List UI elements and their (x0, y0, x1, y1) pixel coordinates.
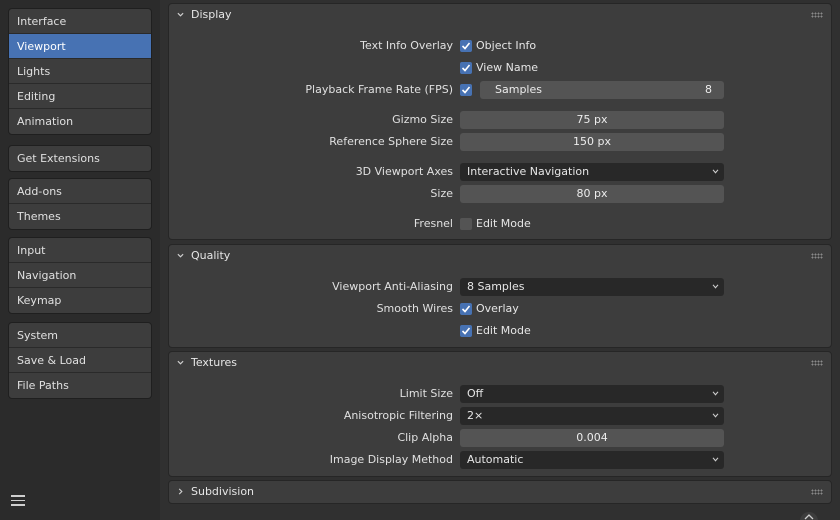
axes-size-field[interactable]: 80 px (460, 185, 724, 203)
nav-group-extensions: Get Extensions (8, 145, 152, 172)
subdivision-panel-header[interactable]: Subdivision (169, 481, 831, 505)
drag-grip-icon[interactable] (811, 360, 823, 366)
reference-sphere-field[interactable]: 150 px (460, 133, 724, 151)
fresnel-edit-mode-checkbox[interactable] (460, 218, 472, 230)
smooth-wires-overlay-label: Overlay (476, 302, 519, 315)
nav-group-input: Input Navigation Keymap (8, 237, 152, 314)
playback-fps-label: Playback Frame Rate (FPS) (305, 83, 453, 96)
chevron-down-icon (177, 12, 184, 17)
smooth-wires-edit-mode-label: Edit Mode (476, 324, 531, 337)
object-info-checkbox[interactable] (460, 40, 472, 52)
chevron-up-icon (804, 514, 814, 520)
chevron-down-icon (177, 253, 184, 258)
limit-size-dropdown[interactable]: Off (460, 385, 724, 403)
fresnel-edit-mode-label: Edit Mode (476, 217, 531, 230)
nav-group-general: Interface Viewport Lights Editing Animat… (8, 8, 152, 135)
display-panel: Display Text Info Overlay Object Info Vi… (168, 3, 832, 240)
anisotropic-value: 2× (467, 409, 484, 422)
limit-size-value: Off (467, 387, 484, 400)
sidebar-item-editing[interactable]: Editing (9, 84, 151, 109)
smooth-wires-label: Smooth Wires (376, 302, 453, 315)
chevron-down-icon (712, 284, 719, 289)
reference-sphere-label: Reference Sphere Size (329, 135, 453, 148)
sidebar-item-themes[interactable]: Themes (9, 204, 151, 229)
nav-group-addons: Add-ons Themes (8, 178, 152, 230)
subdivision-panel: Subdivision (168, 480, 832, 504)
viewport-axes-dropdown[interactable]: Interactive Navigation (460, 163, 724, 181)
panel-title: Textures (191, 356, 237, 369)
chevron-down-icon (712, 413, 719, 418)
image-display-label: Image Display Method (329, 453, 453, 466)
sidebar-item-add-ons[interactable]: Add-ons (9, 179, 151, 204)
sidebar-item-navigation[interactable]: Navigation (9, 263, 151, 288)
chevron-right-icon (178, 488, 183, 495)
panel-title: Quality (191, 249, 231, 262)
fresnel-label: Fresnel (413, 217, 453, 230)
text-info-overlay-label: Text Info Overlay (360, 39, 453, 52)
samples-label: Samples (495, 83, 542, 96)
view-name-label: View Name (476, 61, 539, 74)
sidebar-item-system[interactable]: System (9, 323, 151, 348)
panel-title: Display (191, 8, 232, 21)
image-display-dropdown[interactable]: Automatic (460, 451, 724, 469)
sidebar-item-keymap[interactable]: Keymap (9, 288, 151, 313)
clip-alpha-label: Clip Alpha (397, 431, 453, 444)
sidebar-item-save-load[interactable]: Save & Load (9, 348, 151, 373)
sidebar-item-lights[interactable]: Lights (9, 59, 151, 84)
playback-fps-checkbox[interactable] (460, 84, 472, 96)
preferences-sidebar: Interface Viewport Lights Editing Animat… (0, 0, 160, 520)
chevron-down-icon (712, 169, 719, 174)
panel-title: Subdivision (191, 485, 255, 498)
sidebar-item-viewport[interactable]: Viewport (9, 34, 151, 59)
nav-group-system: System Save & Load File Paths (8, 322, 152, 399)
gizmo-size-label: Gizmo Size (392, 113, 453, 126)
chevron-down-icon (712, 457, 719, 462)
anisotropic-dropdown[interactable]: 2× (460, 407, 724, 425)
textures-panel-header[interactable]: Textures (169, 352, 831, 376)
preferences-main: Display Text Info Overlay Object Info Vi… (160, 0, 840, 520)
axes-size-label: Size (430, 187, 453, 200)
viewport-axes-value: Interactive Navigation (467, 165, 590, 178)
drag-grip-icon[interactable] (811, 253, 823, 259)
anisotropic-label: Anisotropic Filtering (343, 409, 453, 422)
quality-panel-header[interactable]: Quality (169, 245, 831, 269)
hamburger-icon[interactable] (11, 495, 25, 507)
quality-panel: Quality Viewport Anti-Aliasing 8 Samples… (168, 244, 832, 348)
textures-panel: Textures Limit Size Off Anisotropic Filt… (168, 351, 832, 477)
gizmo-size-field[interactable]: 75 px (460, 111, 724, 129)
clip-alpha-field[interactable]: 0.004 (460, 429, 724, 447)
chevron-down-icon (712, 391, 719, 396)
smooth-wires-edit-mode-checkbox[interactable] (460, 325, 472, 337)
anti-aliasing-value: 8 Samples (467, 280, 525, 293)
limit-size-label: Limit Size (399, 387, 453, 400)
smooth-wires-overlay-checkbox[interactable] (460, 303, 472, 315)
anti-aliasing-dropdown[interactable]: 8 Samples (460, 278, 724, 296)
sidebar-item-file-paths[interactable]: File Paths (9, 373, 151, 398)
anti-aliasing-label: Viewport Anti-Aliasing (332, 280, 453, 293)
image-display-value: Automatic (467, 453, 524, 466)
sidebar-item-interface[interactable]: Interface (9, 9, 151, 34)
display-panel-header[interactable]: Display (169, 4, 831, 28)
drag-grip-icon[interactable] (811, 12, 823, 18)
viewport-axes-label: 3D Viewport Axes (355, 165, 453, 178)
sidebar-item-get-extensions[interactable]: Get Extensions (9, 146, 151, 171)
object-info-label: Object Info (476, 39, 537, 52)
sidebar-item-animation[interactable]: Animation (9, 109, 151, 134)
sidebar-item-input[interactable]: Input (9, 238, 151, 263)
samples-field[interactable]: Samples 8 (480, 81, 724, 99)
scroll-up-button[interactable] (800, 512, 818, 520)
samples-value: 8 (705, 83, 712, 96)
chevron-down-icon (177, 360, 184, 365)
view-name-checkbox[interactable] (460, 62, 472, 74)
drag-grip-icon[interactable] (811, 489, 823, 495)
